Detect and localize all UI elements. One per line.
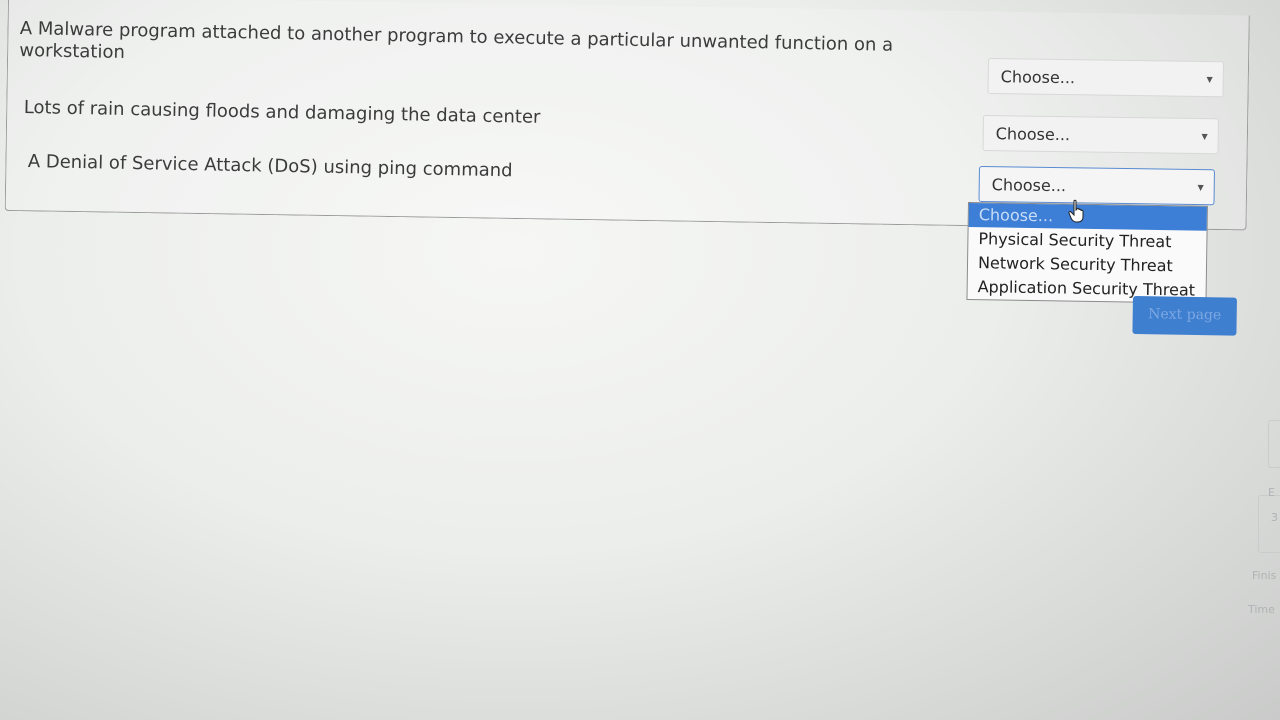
answer-select-3-value: Choose...	[991, 175, 1067, 196]
hand-cursor-icon	[1068, 199, 1084, 223]
next-page-button[interactable]: Next page	[1132, 296, 1237, 336]
edge-label-e: E	[1268, 486, 1275, 499]
finish-link[interactable]: Finis	[1252, 569, 1276, 582]
answer-select-1[interactable]: Choose... ▼	[987, 58, 1224, 98]
answer-select-2[interactable]: Choose... ▼	[982, 115, 1219, 155]
chevron-down-icon: ▼	[1206, 75, 1213, 85]
nav-panel-edge	[1268, 420, 1280, 468]
answer-select-3[interactable]: Choose... ▼	[978, 166, 1215, 206]
answer-select-2-value: Choose...	[995, 124, 1071, 145]
chevron-down-icon: ▼	[1201, 132, 1208, 142]
edge-label-3: 3	[1271, 511, 1278, 524]
chevron-down-icon: ▼	[1197, 183, 1204, 193]
time-label: Time	[1248, 603, 1275, 616]
answer-select-1-value: Choose...	[1000, 67, 1076, 88]
nav-panel-edge-2	[1258, 495, 1280, 553]
